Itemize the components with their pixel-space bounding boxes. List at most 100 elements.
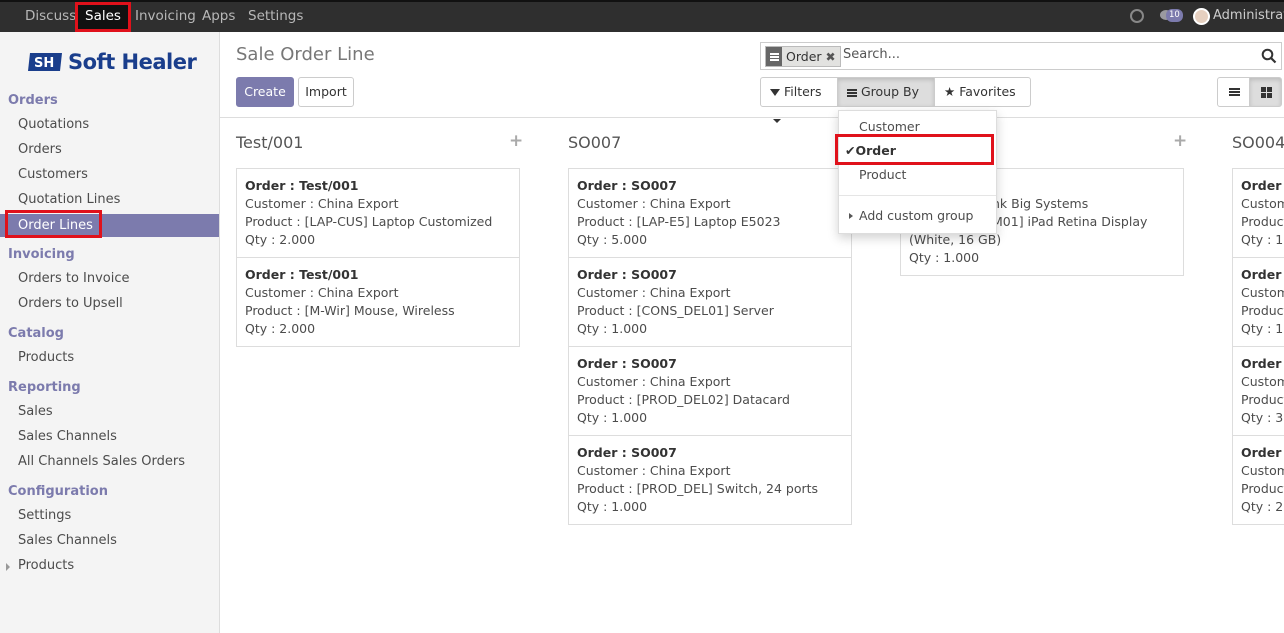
- card-qty: Qty : 2.000: [245, 232, 316, 247]
- card-qty: Qty : 5.000: [577, 232, 648, 247]
- sidebar-item-orders-to-upsell[interactable]: Orders to Upsell: [18, 296, 123, 311]
- caret-right-icon: [849, 213, 853, 219]
- group-option-customer[interactable]: Customer: [859, 119, 920, 134]
- caret-right-icon: [6, 563, 10, 571]
- card-product: Product : [LAP-CUS] Laptop Customized: [245, 214, 493, 229]
- favorites-button[interactable]: ★ Favorites: [934, 77, 1031, 123]
- remove-facet-icon[interactable]: ✖: [826, 50, 840, 64]
- kanban-card[interactable]: Order : SO007 Customer : China Export Pr…: [568, 257, 852, 347]
- list-view-button[interactable]: [1217, 77, 1250, 107]
- search-box[interactable]: Order ✖: [760, 42, 1282, 70]
- star-icon: ★: [944, 84, 956, 99]
- favorites-label: Favorites: [959, 84, 1016, 99]
- group-by-button[interactable]: Group By: [837, 77, 935, 123]
- user-avatar[interactable]: [1193, 8, 1210, 25]
- kanban-card[interactable]: Order : Custom Product Qty : 2.0: [1232, 435, 1284, 525]
- kanban-card[interactable]: Order : Test/001 Customer : China Export…: [236, 257, 520, 347]
- section-invoicing: Invoicing: [8, 247, 75, 262]
- sidebar-item-customers[interactable]: Customers: [18, 167, 88, 182]
- card-product: Product: [1241, 392, 1284, 407]
- import-button[interactable]: Import: [298, 77, 354, 107]
- card-order: Order : Test/001: [245, 267, 359, 282]
- softhealer-logo-mark-icon: SH: [28, 53, 62, 71]
- card-product: Product: [1241, 481, 1284, 496]
- search-input[interactable]: [843, 47, 1243, 62]
- sidebar-item-products[interactable]: Products: [18, 350, 74, 365]
- menu-settings[interactable]: Settings: [241, 2, 310, 32]
- card-customer: Customer : China Export: [577, 285, 731, 300]
- kanban-view-button[interactable]: [1249, 77, 1282, 107]
- sidebar-item-orders-to-invoice[interactable]: Orders to Invoice: [18, 271, 130, 286]
- card-qty: Qty : 1.000: [577, 499, 648, 514]
- column-title: SO004: [1232, 133, 1284, 152]
- menu-apps[interactable]: Apps: [195, 2, 242, 32]
- sidebar-item-sales[interactable]: Sales: [18, 404, 53, 419]
- softhealer-logo: SH Soft Healer: [26, 50, 197, 74]
- filters-button[interactable]: Filters: [760, 77, 838, 123]
- card-qty: Qty : 1.000: [577, 410, 648, 425]
- card-qty: Qty : 2.0: [1241, 499, 1284, 514]
- card-order: Order : Test/001: [245, 178, 359, 193]
- menu-sales[interactable]: Sales: [75, 2, 131, 32]
- card-customer: Customer : China Export: [245, 196, 399, 211]
- card-qty: Qty : 1.000: [577, 321, 648, 336]
- top-navbar: Discuss Sales Invoicing Apps Settings 10…: [0, 0, 1284, 32]
- logo-text: Soft Healer: [68, 50, 197, 74]
- sidebar-item-config-sales-channels[interactable]: Sales Channels: [18, 533, 117, 548]
- menu-invoicing[interactable]: Invoicing: [128, 2, 203, 32]
- chat-count-badge: 10: [1166, 9, 1183, 22]
- card-product: Product: [1241, 303, 1284, 318]
- page-title: Sale Order Line: [236, 44, 375, 65]
- user-name[interactable]: Administrator: [1213, 8, 1284, 23]
- facet-label: Order: [786, 49, 822, 64]
- activity-clock-icon[interactable]: [1130, 9, 1144, 23]
- kanban-card[interactable]: Order : Custom Product Qty : 3.0: [1232, 346, 1284, 436]
- card-order: Order :: [1241, 178, 1284, 193]
- sidebar-item-settings[interactable]: Settings: [18, 508, 71, 523]
- card-customer: Custom: [1241, 463, 1284, 478]
- card-product: Product : [PROD_DEL] Switch, 24 ports: [577, 481, 819, 496]
- sidebar-item-quotation-lines[interactable]: Quotation Lines: [18, 192, 120, 207]
- card-qty: Qty : 1.000: [909, 250, 980, 265]
- add-record-icon[interactable]: +: [509, 131, 523, 151]
- sidebar-item-quotations[interactable]: Quotations: [18, 117, 89, 132]
- kanban-card[interactable]: Order : SO007 Customer : China Export Pr…: [568, 168, 852, 258]
- group-option-product[interactable]: Product: [859, 167, 906, 182]
- card-product: Product : [CONS_DEL01] Server: [577, 303, 774, 318]
- create-button[interactable]: Create: [236, 77, 294, 107]
- sidebar-item-orders[interactable]: Orders: [18, 142, 62, 157]
- svg-text:SH: SH: [34, 56, 54, 71]
- kanban-card[interactable]: Order : SO007 Customer : China Export Pr…: [568, 346, 852, 436]
- list-icon: [1229, 91, 1240, 93]
- card-customer: Custom: [1241, 196, 1284, 211]
- kanban-card[interactable]: Order : Test/001 Customer : China Export…: [236, 168, 520, 258]
- search-icon[interactable]: [1261, 48, 1277, 64]
- card-customer: Custom: [1241, 285, 1284, 300]
- group-by-label: Group By: [860, 84, 919, 99]
- section-catalog: Catalog: [8, 326, 64, 341]
- card-qty: Qty : 10: [1241, 321, 1284, 336]
- add-custom-group-link[interactable]: Add custom group: [859, 208, 973, 223]
- card-order: Order :: [1241, 267, 1284, 282]
- search-facet-order[interactable]: Order ✖: [765, 46, 841, 67]
- sidebar-item-all-channels-sales-orders[interactable]: All Channels Sales Orders: [18, 454, 185, 469]
- card-order: Order :: [1241, 356, 1284, 371]
- kanban-card[interactable]: Order : SO007 Customer : China Export Pr…: [568, 435, 852, 525]
- kanban-card[interactable]: Order : Custom Product Qty : 10: [1232, 257, 1284, 347]
- column-title: Test/001: [236, 133, 304, 152]
- menu-discuss[interactable]: Discuss: [18, 2, 83, 32]
- card-customer: Customer : China Export: [245, 285, 399, 300]
- card-order: Order : SO007: [577, 445, 677, 460]
- section-orders: Orders: [8, 93, 58, 108]
- sidebar-item-config-products[interactable]: Products: [18, 558, 74, 573]
- kanban-card[interactable]: Order : Custom Product Qty : 16: [1232, 168, 1284, 258]
- card-order: Order : SO007: [577, 267, 677, 282]
- card-customer: Custom: [1241, 374, 1284, 389]
- sidebar-item-sales-channels[interactable]: Sales Channels: [18, 429, 117, 444]
- card-order: Order : SO007: [577, 178, 677, 193]
- card-customer: Customer : China Export: [577, 374, 731, 389]
- card-product: Product : [M-Wir] Mouse, Wireless: [245, 303, 455, 318]
- control-panel: Sale Order Line Create Import Order ✖ Fi…: [220, 32, 1284, 123]
- add-record-icon[interactable]: +: [1173, 131, 1187, 151]
- card-product: M01] iPad Retina Display: [992, 214, 1148, 229]
